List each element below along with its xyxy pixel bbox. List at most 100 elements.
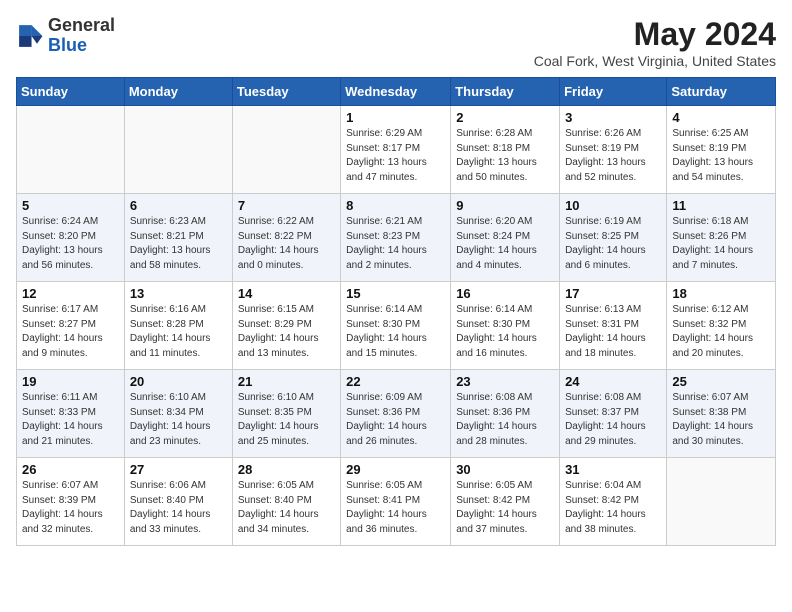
- day-info: Sunrise: 6:28 AMSunset: 8:18 PMDaylight:…: [456, 127, 554, 185]
- table-row: 25Sunrise: 6:07 AMSunset: 8:38 PMDayligh…: [667, 370, 776, 458]
- day-number: 8: [346, 198, 445, 213]
- col-sunday: Sunday: [17, 78, 125, 106]
- day-info: Sunrise: 6:05 AMSunset: 8:41 PMDaylight:…: [346, 479, 445, 537]
- table-row: 17 Sunrise: 6:13 AMSunset: 8:31 PMDayligh…: [560, 282, 667, 370]
- day-number: 31: [565, 462, 661, 477]
- table-row: 5Sunrise: 6:24 AMSunset: 8:20 PMDaylight…: [17, 194, 125, 282]
- day-info: Sunrise: 6:04 AMSunset: 8:42 PMDaylight:…: [565, 479, 661, 537]
- table-row: 23 Sunrise: 6:08 AMSunset: 8:36 PMDayligh…: [451, 370, 560, 458]
- day-info: Sunrise: 6:23 AMSunset: 8:21 PMDaylight:…: [130, 215, 227, 273]
- table-row: [232, 106, 340, 194]
- table-row: 21 Sunrise: 6:10 AMSunset: 8:35 PMDayligh…: [232, 370, 340, 458]
- day-number: 10: [565, 198, 661, 213]
- day-info: Sunrise: 6:21 AMSunset: 8:23 PMDaylight:…: [346, 215, 445, 273]
- calendar-week-row: 5Sunrise: 6:24 AMSunset: 8:20 PMDaylight…: [17, 194, 776, 282]
- calendar-header-row: Sunday Monday Tuesday Wednesday Thursday…: [17, 78, 776, 106]
- table-row: 8 Sunrise: 6:21 AMSunset: 8:23 PMDaylight…: [341, 194, 451, 282]
- day-number: 28: [238, 462, 335, 477]
- day-number: 29: [346, 462, 445, 477]
- col-monday: Monday: [124, 78, 232, 106]
- table-row: 18 Sunrise: 6:12 AMSunset: 8:32 PMDayligh…: [667, 282, 776, 370]
- table-row: 4 Sunrise: 6:25 AMSunset: 8:19 PMDaylight…: [667, 106, 776, 194]
- day-number: 17: [565, 286, 661, 301]
- table-row: 27 Sunrise: 6:06 AMSunset: 8:40 PMDayligh…: [124, 458, 232, 546]
- table-row: 19 Sunrise: 6:11 AMSunset: 8:33 PMDayligh…: [17, 370, 125, 458]
- day-number: 19: [22, 374, 119, 389]
- col-tuesday: Tuesday: [232, 78, 340, 106]
- day-info: Sunrise: 6:14 AMSunset: 8:30 PMDaylight:…: [346, 303, 445, 361]
- table-row: 3 Sunrise: 6:26 AMSunset: 8:19 PMDaylight…: [560, 106, 667, 194]
- table-row: 28Sunrise: 6:05 AMSunset: 8:40 PMDayligh…: [232, 458, 340, 546]
- logo-icon: [16, 22, 44, 50]
- table-row: [124, 106, 232, 194]
- day-info: Sunrise: 6:26 AMSunset: 8:19 PMDaylight:…: [565, 127, 661, 185]
- day-info: Sunrise: 6:17 AMSunset: 8:27 PMDaylight:…: [22, 303, 119, 361]
- day-number: 26: [22, 462, 119, 477]
- day-info: Sunrise: 6:07 AMSunset: 8:39 PMDaylight:…: [22, 479, 119, 537]
- day-number: 13: [130, 286, 227, 301]
- day-info: Sunrise: 6:08 AMSunset: 8:37 PMDaylight:…: [565, 391, 661, 449]
- day-info: Sunrise: 6:29 AMSunset: 8:17 PMDaylight:…: [346, 127, 445, 185]
- table-row: [17, 106, 125, 194]
- day-info: Sunrise: 6:10 AMSunset: 8:35 PMDaylight:…: [238, 391, 335, 449]
- day-info: Sunrise: 6:24 AMSunset: 8:20 PMDaylight:…: [22, 215, 119, 273]
- table-row: 26 Sunrise: 6:07 AMSunset: 8:39 PMDayligh…: [17, 458, 125, 546]
- day-number: 14: [238, 286, 335, 301]
- table-row: [667, 458, 776, 546]
- table-row: 29 Sunrise: 6:05 AMSunset: 8:41 PMDayligh…: [341, 458, 451, 546]
- page-header: General Blue May 2024 Coal Fork, West Vi…: [16, 16, 776, 69]
- day-number: 15: [346, 286, 445, 301]
- location: Coal Fork, West Virginia, United States: [534, 53, 776, 69]
- day-number: 23: [456, 374, 554, 389]
- day-info: Sunrise: 6:20 AMSunset: 8:24 PMDaylight:…: [456, 215, 554, 273]
- day-number: 7: [238, 198, 335, 213]
- calendar-week-row: 1Sunrise: 6:29 AMSunset: 8:17 PMDaylight…: [17, 106, 776, 194]
- calendar-week-row: 26 Sunrise: 6:07 AMSunset: 8:39 PMDayligh…: [17, 458, 776, 546]
- month-title: May 2024: [534, 16, 776, 53]
- day-number: 18: [672, 286, 770, 301]
- day-number: 22: [346, 374, 445, 389]
- day-number: 24: [565, 374, 661, 389]
- day-info: Sunrise: 6:10 AMSunset: 8:34 PMDaylight:…: [130, 391, 227, 449]
- day-number: 21: [238, 374, 335, 389]
- day-number: 2: [456, 110, 554, 125]
- day-number: 4: [672, 110, 770, 125]
- day-number: 3: [565, 110, 661, 125]
- table-row: 1Sunrise: 6:29 AMSunset: 8:17 PMDaylight…: [341, 106, 451, 194]
- day-info: Sunrise: 6:13 AMSunset: 8:31 PMDaylight:…: [565, 303, 661, 361]
- calendar-table: Sunday Monday Tuesday Wednesday Thursday…: [16, 77, 776, 546]
- table-row: 7 Sunrise: 6:22 AMSunset: 8:22 PMDaylight…: [232, 194, 340, 282]
- table-row: 6 Sunrise: 6:23 AMSunset: 8:21 PMDaylight…: [124, 194, 232, 282]
- day-info: Sunrise: 6:09 AMSunset: 8:36 PMDaylight:…: [346, 391, 445, 449]
- day-number: 20: [130, 374, 227, 389]
- day-number: 30: [456, 462, 554, 477]
- day-info: Sunrise: 6:25 AMSunset: 8:19 PMDaylight:…: [672, 127, 770, 185]
- table-row: 14 Sunrise: 6:15 AMSunset: 8:29 PMDayligh…: [232, 282, 340, 370]
- day-info: Sunrise: 6:11 AMSunset: 8:33 PMDaylight:…: [22, 391, 119, 449]
- table-row: 10 Sunrise: 6:19 AMSunset: 8:25 PMDayligh…: [560, 194, 667, 282]
- day-info: Sunrise: 6:18 AMSunset: 8:26 PMDaylight:…: [672, 215, 770, 273]
- day-info: Sunrise: 6:08 AMSunset: 8:36 PMDaylight:…: [456, 391, 554, 449]
- table-row: 12 Sunrise: 6:17 AMSunset: 8:27 PMDayligh…: [17, 282, 125, 370]
- table-row: 11 Sunrise: 6:18 AMSunset: 8:26 PMDayligh…: [667, 194, 776, 282]
- day-number: 11: [672, 198, 770, 213]
- day-info: Sunrise: 6:15 AMSunset: 8:29 PMDaylight:…: [238, 303, 335, 361]
- col-saturday: Saturday: [667, 78, 776, 106]
- table-row: 16Sunrise: 6:14 AMSunset: 8:30 PMDayligh…: [451, 282, 560, 370]
- day-number: 9: [456, 198, 554, 213]
- day-info: Sunrise: 6:19 AMSunset: 8:25 PMDaylight:…: [565, 215, 661, 273]
- table-row: 20 Sunrise: 6:10 AMSunset: 8:34 PMDayligh…: [124, 370, 232, 458]
- day-number: 12: [22, 286, 119, 301]
- table-row: 30Sunrise: 6:05 AMSunset: 8:42 PMDayligh…: [451, 458, 560, 546]
- title-block: May 2024 Coal Fork, West Virginia, Unite…: [534, 16, 776, 69]
- day-info: Sunrise: 6:14 AMSunset: 8:30 PMDaylight:…: [456, 303, 554, 361]
- col-wednesday: Wednesday: [341, 78, 451, 106]
- day-info: Sunrise: 6:12 AMSunset: 8:32 PMDaylight:…: [672, 303, 770, 361]
- calendar-week-row: 19 Sunrise: 6:11 AMSunset: 8:33 PMDayligh…: [17, 370, 776, 458]
- table-row: 2 Sunrise: 6:28 AMSunset: 8:18 PMDaylight…: [451, 106, 560, 194]
- day-info: Sunrise: 6:22 AMSunset: 8:22 PMDaylight:…: [238, 215, 335, 273]
- day-number: 27: [130, 462, 227, 477]
- table-row: 22 Sunrise: 6:09 AMSunset: 8:36 PMDayligh…: [341, 370, 451, 458]
- day-info: Sunrise: 6:06 AMSunset: 8:40 PMDaylight:…: [130, 479, 227, 537]
- day-number: 6: [130, 198, 227, 213]
